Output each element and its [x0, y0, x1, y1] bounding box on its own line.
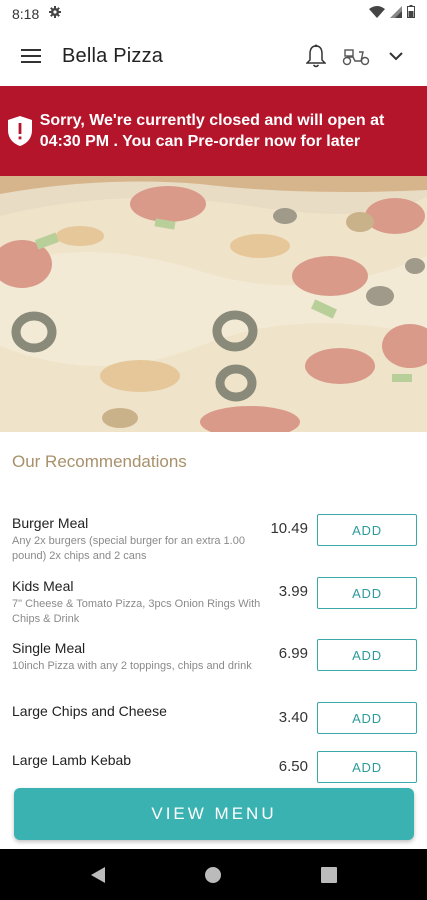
- gear-icon: [49, 5, 62, 23]
- add-button[interactable]: ADD: [317, 577, 417, 609]
- app-bar: Bella Pizza: [0, 28, 427, 84]
- recents-icon: [321, 866, 338, 883]
- item-price: 10.49: [270, 520, 308, 537]
- list-item: Large Lamb Kebab 6.50 ADD: [0, 746, 427, 790]
- closed-message: Sorry, We're currently closed and will o…: [39, 112, 385, 150]
- wifi-icon: [369, 5, 385, 23]
- hero-pizza-image: [0, 176, 427, 432]
- back-button[interactable]: [78, 855, 118, 895]
- list-item: Burger Meal Any 2x burgers (special burg…: [0, 509, 427, 569]
- delivery-mode-dropdown[interactable]: [379, 36, 413, 76]
- status-time: 8:18: [12, 6, 40, 22]
- recommendations-title: Our Recommendations: [12, 452, 187, 471]
- item-name: Large Chips and Cheese: [12, 703, 167, 719]
- item-name: Single Meal: [12, 640, 86, 656]
- item-price: 6.99: [278, 645, 308, 662]
- item-name: Burger Meal: [12, 515, 89, 531]
- item-description: Any 2x burgers (special burger for an ex…: [12, 535, 245, 562]
- home-icon: [205, 866, 222, 883]
- chevron-down-icon: [389, 51, 403, 60]
- item-description: 10inch Pizza with any 2 toppings, chips …: [12, 660, 252, 672]
- back-icon: [90, 866, 105, 883]
- hamburger-menu-icon: [21, 49, 41, 63]
- item-name: Large Lamb Kebab: [12, 752, 132, 768]
- item-price: 3.40: [278, 709, 308, 726]
- item-description: 7" Cheese & Tomato Pizza, 3pcs Onion Rin…: [12, 598, 261, 625]
- notifications-button[interactable]: [299, 36, 333, 76]
- signal-icon: [390, 5, 402, 23]
- add-button[interactable]: ADD: [317, 751, 417, 783]
- item-price: 3.99: [278, 583, 308, 600]
- status-bar: 8:18: [0, 0, 427, 28]
- scooter-icon: [342, 49, 370, 66]
- item-name: Kids Meal: [12, 578, 74, 594]
- add-button[interactable]: ADD: [317, 514, 417, 546]
- hamburger-menu-button[interactable]: [0, 28, 62, 84]
- home-button[interactable]: [193, 855, 233, 895]
- add-button[interactable]: ADD: [317, 639, 417, 671]
- system-nav-bar: [0, 849, 427, 900]
- list-item: Single Meal 10inch Pizza with any 2 topp…: [0, 634, 427, 694]
- delivery-mode-button[interactable]: [339, 36, 373, 76]
- list-item: Kids Meal 7" Cheese & Tomato Pizza, 3pcs…: [0, 572, 427, 632]
- battery-icon: [407, 5, 415, 23]
- item-price: 6.50: [278, 758, 308, 775]
- closed-banner: Sorry, We're currently closed and will o…: [0, 86, 427, 176]
- list-item: Large Chips and Cheese 3.40 ADD: [0, 697, 427, 741]
- bell-icon: [306, 44, 326, 68]
- add-button[interactable]: ADD: [317, 702, 417, 734]
- shield-alert-icon: [0, 115, 40, 147]
- recents-button[interactable]: [309, 855, 349, 895]
- view-menu-button[interactable]: VIEW MENU: [14, 788, 414, 840]
- app-title: Bella Pizza: [62, 44, 164, 67]
